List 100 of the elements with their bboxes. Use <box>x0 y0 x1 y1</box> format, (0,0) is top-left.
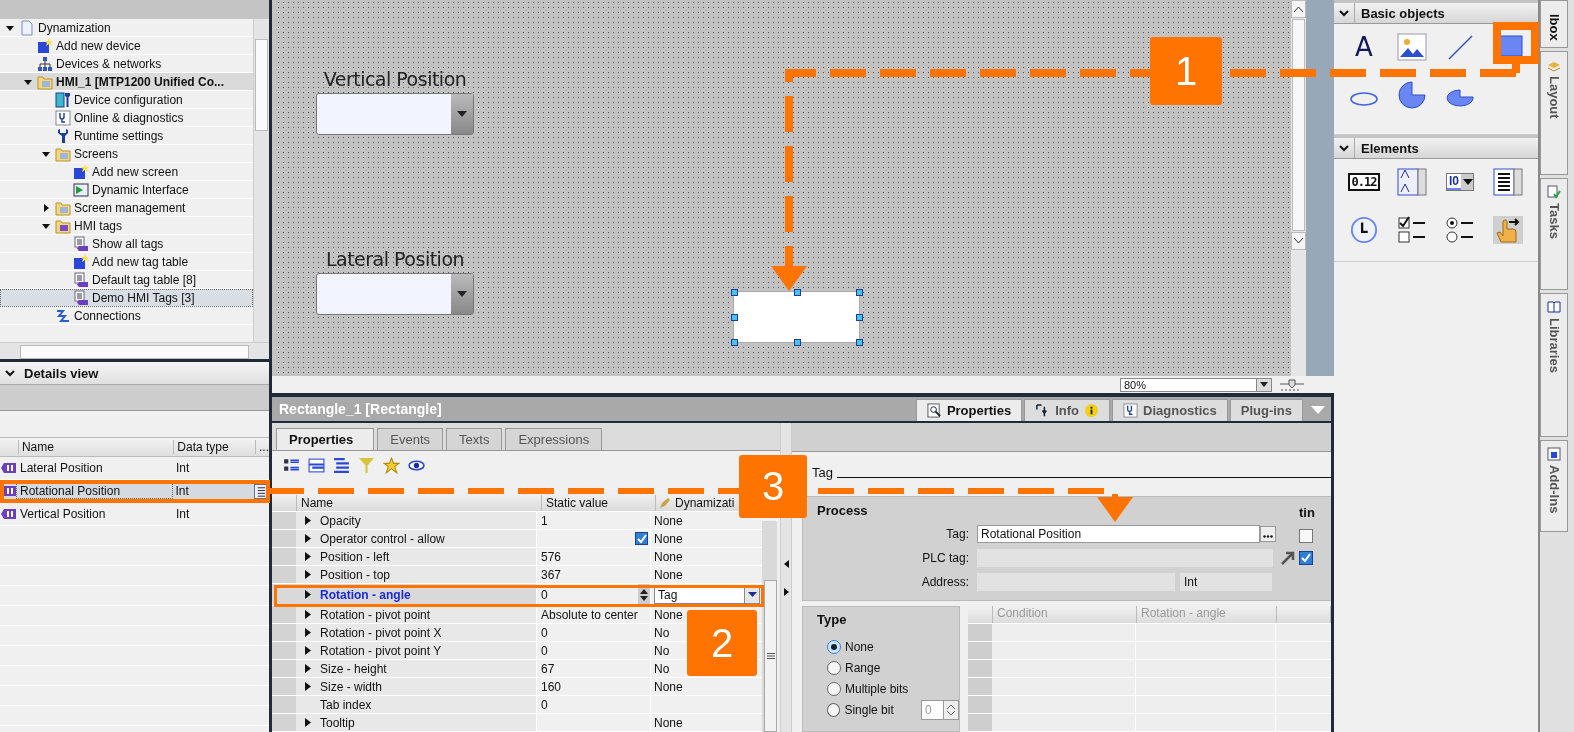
column-header[interactable]: Static value <box>542 495 656 511</box>
zoom-dropdown[interactable]: 80% <box>1120 377 1272 392</box>
column-header[interactable]: Name <box>297 495 542 511</box>
inspector-tab[interactable]: Info <box>1024 399 1111 421</box>
side-tab[interactable]: Tasks <box>1540 178 1568 290</box>
property-row[interactable]: Position - top 367 None <box>272 566 762 584</box>
scroll-down-icon[interactable] <box>1294 238 1303 244</box>
browse-button[interactable] <box>1260 526 1276 542</box>
io-field-tool[interactable]: 0.12 <box>1347 173 1381 191</box>
expand-arrow-icon[interactable] <box>304 610 312 619</box>
tag-field[interactable]: Rotational Position <box>977 525 1260 543</box>
dropdown-field[interactable] <box>316 93 474 135</box>
text-list-icon[interactable] <box>1397 168 1427 196</box>
inspector-tab[interactable]: Plug-ins <box>1229 399 1303 421</box>
tree-item[interactable]: Screens <box>0 145 253 163</box>
flat-list-icon[interactable] <box>333 457 350 474</box>
tree-item[interactable]: Dynamic Interface <box>0 181 253 199</box>
radio-list-icon[interactable] <box>1445 216 1475 244</box>
tree-item[interactable]: Show all tags <box>0 235 253 253</box>
radio-button[interactable] <box>827 660 841 675</box>
inspector-tab[interactable]: Properties <box>915 399 1023 421</box>
dropdown-field[interactable] <box>316 273 474 315</box>
collapse-chevron-icon[interactable] <box>1338 143 1350 153</box>
radio-button[interactable] <box>827 702 841 717</box>
expand-right-icon[interactable] <box>783 587 789 596</box>
diagonal-arrow-icon[interactable] <box>1281 551 1295 565</box>
checkbox[interactable] <box>1299 551 1313 565</box>
checkbox[interactable] <box>635 532 648 545</box>
property-row[interactable]: Opacity 1 None <box>272 512 762 530</box>
tree-item[interactable]: Add new screen <box>0 163 253 181</box>
tree-item[interactable]: Add new tag table <box>0 253 253 271</box>
grouped-list-icon[interactable] <box>308 457 325 474</box>
tree-item[interactable]: Device configuration <box>0 91 253 109</box>
collapse-chevron-icon[interactable] <box>4 368 16 378</box>
collapse-left-icon[interactable] <box>783 559 789 568</box>
radio-button[interactable] <box>827 681 841 696</box>
property-row[interactable]: Tooltip None <box>272 714 762 732</box>
spin-arrows-icon[interactable] <box>640 587 648 602</box>
combo-box-tool[interactable]: I0 <box>1446 173 1474 191</box>
tag-row[interactable]: Vertical Position Int <box>0 503 269 526</box>
tree-item[interactable]: Dynamization <box>0 19 253 37</box>
checkbox[interactable] <box>1299 529 1313 543</box>
eye-icon[interactable] <box>408 457 425 474</box>
expand-arrow-icon[interactable] <box>304 646 312 655</box>
expand-arrow-icon[interactable] <box>304 664 312 673</box>
tree-item[interactable]: Add new device <box>0 37 253 55</box>
scrollbar[interactable] <box>762 521 777 732</box>
expand-arrow-icon[interactable] <box>304 534 312 543</box>
tab[interactable]: Expressions <box>505 428 603 450</box>
expand-arrow-icon[interactable] <box>304 570 312 579</box>
expand-arrow-icon[interactable] <box>304 516 312 525</box>
property-row[interactable]: Rotation - angle 0 Tag <box>272 584 762 606</box>
tree-item[interactable]: Runtime settings <box>0 127 253 145</box>
tree-item[interactable]: Demo HMI Tags [3] <box>0 289 253 307</box>
column-header[interactable]: Name <box>17 440 174 454</box>
scrollbar[interactable] <box>253 19 269 342</box>
side-tab[interactable]: Libraries <box>1540 293 1568 437</box>
tree-item[interactable]: Connections <box>0 307 253 325</box>
side-tab[interactable]: Layout <box>1540 51 1568 175</box>
tree-item[interactable]: HMI_1 [MTP1200 Unified Co... <box>0 73 253 91</box>
zoom-slider-icon[interactable] <box>1280 378 1304 391</box>
section-header[interactable]: Basic objects <box>1334 0 1538 24</box>
expand-arrow-icon[interactable] <box>304 590 312 599</box>
list-box-icon[interactable] <box>1493 168 1523 196</box>
column-header[interactable]: ... <box>255 440 269 454</box>
spin-arrows-icon[interactable] <box>946 702 956 717</box>
tag-row[interactable]: Lateral Position Int <box>0 457 269 480</box>
expand-all-icon[interactable] <box>283 457 300 474</box>
spin-field[interactable]: 0 <box>541 584 650 605</box>
panel-header[interactable]: Details view <box>0 362 269 385</box>
tree-item[interactable]: HMI tags <box>0 217 253 235</box>
tab[interactable]: Properties <box>276 428 375 450</box>
inspector-tab[interactable]: Diagnostics <box>1112 399 1228 421</box>
clock-icon[interactable] <box>1349 216 1379 244</box>
text-tool[interactable]: A <box>1355 33 1373 61</box>
column-header[interactable]: Dynamizati <box>656 495 737 511</box>
property-row[interactable]: Size - width 160 None <box>272 678 762 696</box>
section-header[interactable]: Elements <box>1334 135 1538 159</box>
expand-arrow-icon[interactable] <box>304 552 312 561</box>
side-tab[interactable]: Add-Ins <box>1540 440 1568 532</box>
expand-arrow-icon[interactable] <box>304 682 312 691</box>
checkbox-list-icon[interactable] <box>1397 216 1427 244</box>
tab[interactable]: Texts <box>446 428 503 450</box>
scrollbar[interactable] <box>1291 0 1306 376</box>
property-row[interactable]: Position - left 576 None <box>272 548 762 566</box>
circle-segment-icon[interactable] <box>1397 81 1427 109</box>
property-row[interactable]: Tab index 0 <box>272 696 762 714</box>
property-row[interactable]: Operator control - allow None <box>272 530 762 548</box>
expand-arrow-icon[interactable] <box>41 202 51 213</box>
collapse-chevron-icon[interactable] <box>1338 8 1350 18</box>
scrollbar[interactable] <box>0 342 269 359</box>
expand-arrow-icon[interactable] <box>304 718 312 727</box>
tree-item[interactable]: Screen management <box>0 199 253 217</box>
image-icon[interactable] <box>1397 33 1427 61</box>
hand-pointer-icon[interactable] <box>1493 216 1523 244</box>
side-tab[interactable]: lbox <box>1540 0 1568 48</box>
tab[interactable]: Events <box>377 428 444 450</box>
tree-item[interactable]: Online & diagnostics <box>0 109 253 127</box>
scroll-up-icon[interactable] <box>1294 6 1303 12</box>
radio-button[interactable] <box>827 639 841 654</box>
